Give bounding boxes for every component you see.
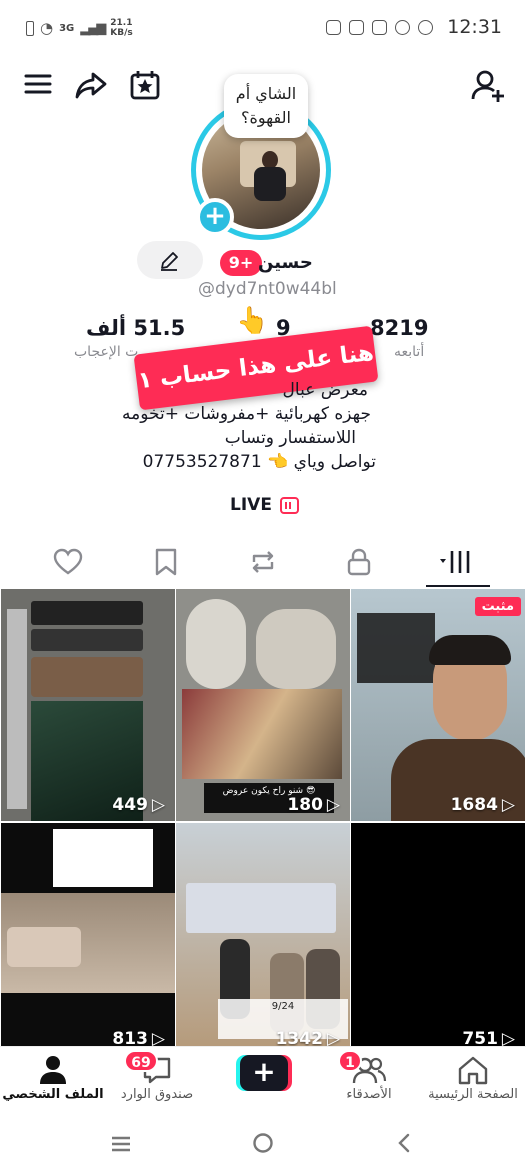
pointing-hand-icon: 👆 xyxy=(236,306,269,336)
live-tv-icon xyxy=(279,496,299,514)
likes-label: ت الإعجاب xyxy=(74,344,139,360)
profile-handle[interactable]: @dyd7nt0w44bl xyxy=(198,279,337,299)
net-speed: 21.1 xyxy=(110,18,133,28)
nav-profile[interactable]: الملف الشخصي xyxy=(0,1053,108,1102)
menu-icon[interactable] xyxy=(22,68,58,104)
bio-line-2: جهزه كهربائية +مفروشات +تخومه xyxy=(122,404,371,424)
network-type: 3G xyxy=(59,22,75,34)
nav-profile-label: الملف الشخصي xyxy=(2,1087,104,1102)
video-tile[interactable]: 9/24 1342 ▷ xyxy=(176,823,350,1055)
note-bubble[interactable]: الشاي أم القهوة؟ xyxy=(224,74,308,138)
back-icon[interactable] xyxy=(396,1132,412,1158)
view-count-text: 180 xyxy=(287,795,323,815)
view-count: 180 ▷ xyxy=(287,795,340,815)
recents-icon[interactable] xyxy=(110,1134,132,1158)
profile-name: حسين xyxy=(258,252,313,273)
view-count-text: 1684 xyxy=(450,795,498,815)
play-icon: ▷ xyxy=(326,795,340,815)
view-count: 449 ▷ xyxy=(112,795,165,815)
add-story-icon[interactable]: + xyxy=(196,198,234,236)
youtube-icon xyxy=(372,19,388,35)
bookmark-icon xyxy=(155,548,177,576)
create-button[interactable]: + xyxy=(236,1055,292,1091)
facebook-icon xyxy=(395,19,411,35)
copy-icon xyxy=(349,19,365,35)
tab-private[interactable] xyxy=(339,538,379,586)
favorites-calendar-icon[interactable] xyxy=(128,68,164,104)
friends-badge: 1 xyxy=(338,1050,362,1072)
nav-home-label: الصفحة الرئيسية xyxy=(428,1087,518,1102)
nav-friends-label: الأصدقاء xyxy=(346,1087,392,1102)
tab-reposts[interactable] xyxy=(243,538,283,586)
add-friend-icon[interactable] xyxy=(470,68,506,104)
content-tabs xyxy=(0,538,526,588)
inbox-badge: 69 xyxy=(124,1050,158,1072)
video-tile[interactable]: 813 ▷ xyxy=(1,823,175,1055)
pencil-icon xyxy=(161,252,178,271)
grid-bars-icon xyxy=(440,551,470,573)
status-left: ◔ 3G ▂▄▆ 21.1 KB/s xyxy=(26,18,133,38)
plus-icon: + xyxy=(240,1055,288,1091)
bio-line-3: اللاستفسار وتساب xyxy=(224,428,356,448)
wifi-icon: ◔ xyxy=(40,19,54,37)
net-speed-unit: KB/s xyxy=(110,28,133,38)
whatsapp-icon xyxy=(418,19,434,35)
bio-line-4[interactable]: تواصل وياي 👈 07753527871 xyxy=(143,452,376,472)
home-icon xyxy=(458,1056,488,1085)
live-label: LIVE xyxy=(230,495,272,515)
status-right: 12:31 xyxy=(326,16,502,38)
notification-badge[interactable]: 9+ xyxy=(220,250,262,276)
play-icon: ▷ xyxy=(501,795,515,815)
view-count: 1684 ▷ xyxy=(451,795,515,815)
share-icon[interactable] xyxy=(74,68,110,104)
following-label: أتابعه xyxy=(394,344,425,360)
likes-count[interactable]: 51.5 ألف xyxy=(86,316,185,340)
status-bar: ◔ 3G ▂▄▆ 21.1 KB/s 12:31 xyxy=(0,0,526,60)
nav-friends[interactable]: الأصدقاء xyxy=(314,1053,424,1102)
clock: 12:31 xyxy=(447,16,502,38)
heart-icon xyxy=(53,548,83,575)
tab-videos[interactable] xyxy=(432,538,484,586)
profile-icon xyxy=(40,1056,66,1084)
home-circle-icon[interactable] xyxy=(252,1132,274,1158)
edit-profile-button[interactable] xyxy=(137,241,203,279)
repost-icon xyxy=(252,551,274,573)
lock-icon xyxy=(347,548,371,576)
pinned-badge: مثبت xyxy=(474,597,521,616)
bio-line-1: معرض عبال xyxy=(282,380,368,400)
battery-icon xyxy=(26,20,34,36)
live-button[interactable]: LIVE xyxy=(230,495,299,515)
video-tile[interactable]: 751 ▷ xyxy=(351,823,525,1055)
active-tab-indicator xyxy=(426,585,490,587)
tab-favorites[interactable] xyxy=(146,538,186,586)
video-tile[interactable]: مثبت 1684 ▷ xyxy=(351,589,525,821)
tab-liked[interactable] xyxy=(48,538,88,586)
play-icon: ▷ xyxy=(151,795,165,815)
nav-home[interactable]: الصفحة الرئيسية xyxy=(418,1053,526,1102)
video-tile[interactable]: 😎 شنو راح يكون عروض 180 ▷ xyxy=(176,589,350,821)
signal-icon: ▂▄▆ xyxy=(80,20,106,36)
view-count-text: 449 xyxy=(112,795,148,815)
following-count[interactable]: 8219 xyxy=(370,316,428,340)
nav-inbox-label: صندوق الوارد xyxy=(120,1087,194,1102)
instagram-icon xyxy=(326,19,342,35)
system-nav xyxy=(0,1118,526,1169)
video-tile[interactable]: 449 ▷ xyxy=(1,589,175,821)
